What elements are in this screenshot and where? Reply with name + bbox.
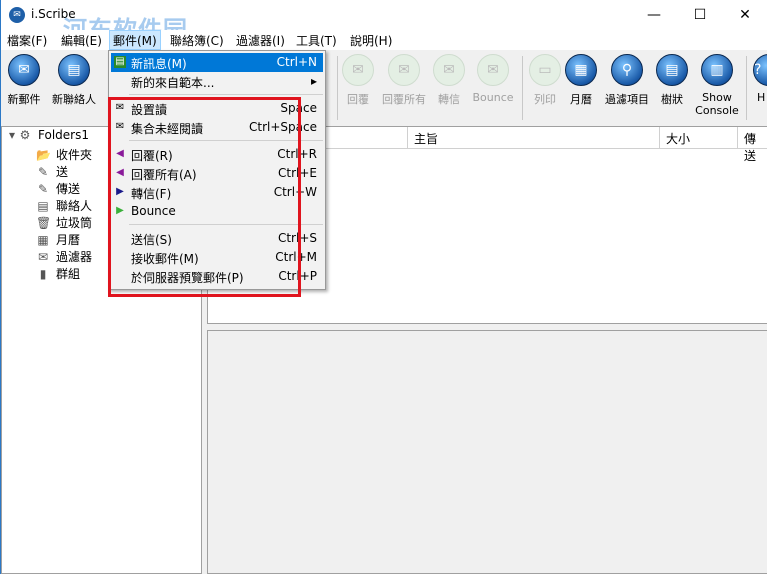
menu-tools[interactable]: 工具(T) xyxy=(296,32,337,49)
tree-item-outbox[interactable]: ✎ 送 xyxy=(36,163,68,180)
trash-icon: 🗑 xyxy=(36,216,52,230)
tree-item-inbox[interactable]: 📂 收件夾 xyxy=(36,146,92,163)
console-icon: ▥ xyxy=(701,54,733,86)
contact-card-icon: ▤ xyxy=(58,54,90,86)
group-folder-icon: ▮ xyxy=(39,267,47,281)
tree-label: Folders1 xyxy=(38,128,89,142)
calendar-icon: ▦ xyxy=(37,233,49,247)
item-shortcut: Ctrl+N xyxy=(276,55,317,69)
folders-icon: ⚙ xyxy=(19,128,31,142)
menu-file[interactable]: 檔案(F) xyxy=(7,32,47,49)
tree-label: 過濾器 xyxy=(56,250,93,264)
mail-filter-icon: ✉ xyxy=(37,250,49,264)
tree-label: 收件夾 xyxy=(56,148,93,162)
title-bar: ✉ i.Scribe 河东软件园 — ☐ ✕ xyxy=(1,0,767,44)
tree-item-groups[interactable]: ▮ 群組 xyxy=(36,265,80,282)
tree-label: 月曆 xyxy=(56,233,81,247)
tree-root[interactable]: ▾ ⚙ Folders1 xyxy=(8,128,89,142)
expand-triangle-icon[interactable]: ▾ xyxy=(8,128,16,142)
mail-pen-icon: ✎ xyxy=(37,182,49,196)
menu-bar: 檔案(F) 編輯(E) 郵件(M) 聯絡簿(C) 過濾器(I) 工具(T) 說明… xyxy=(1,30,767,50)
mail-pen-icon: ✎ xyxy=(37,165,49,179)
help-icon: ? xyxy=(753,54,767,86)
button-label: 新聯絡人 xyxy=(52,93,96,106)
item-label: 新訊息(M) xyxy=(131,57,187,71)
menu-separator xyxy=(129,94,323,95)
magnifier-icon: ⚲ xyxy=(611,54,643,86)
calendar-icon: ▦ xyxy=(565,54,597,86)
annotation-highlight-box xyxy=(108,97,301,297)
tree-label: 送 xyxy=(56,165,69,179)
button-label: 回覆 xyxy=(347,93,369,106)
tree-item-filters[interactable]: ✉ 過濾器 xyxy=(36,248,92,265)
folder-open-icon: 📂 xyxy=(36,148,51,162)
column-header-sent[interactable]: 傳送 xyxy=(738,127,767,163)
menu-edit[interactable]: 編輯(E) xyxy=(61,32,102,49)
tree-item-trash[interactable]: 🗑 垃圾筒 xyxy=(36,214,92,231)
reply-icon: ✉ xyxy=(342,54,374,86)
tree-item-sent[interactable]: ✎ 傳送 xyxy=(36,180,80,197)
column-header-size[interactable]: 大小 xyxy=(660,127,738,149)
tree-icon: ▤ xyxy=(656,54,688,86)
button-label: 樹狀 xyxy=(661,93,683,106)
button-label: H xyxy=(757,91,766,104)
reply-all-icon: ✉ xyxy=(388,54,420,86)
forward-icon: ✉ xyxy=(433,54,465,86)
button-label: 轉信 xyxy=(438,93,460,106)
menu-mail[interactable]: 郵件(M) xyxy=(109,30,161,50)
submenu-arrow-icon: ▸ xyxy=(310,74,317,88)
button-label: 新郵件 xyxy=(7,93,41,106)
button-label: Show Console xyxy=(695,91,739,117)
item-label: 新的來自範本... xyxy=(131,76,215,90)
tree-label: 群組 xyxy=(56,267,81,281)
close-button[interactable]: ✕ xyxy=(722,0,767,30)
show-console-button[interactable]: ▥ Show Console xyxy=(688,54,746,117)
button-label: Bounce xyxy=(472,91,514,104)
maximize-button[interactable]: ☐ xyxy=(677,0,723,30)
bounce-icon: ✉ xyxy=(477,54,509,86)
tree-item-calendar[interactable]: ▦ 月曆 xyxy=(36,231,80,248)
tree-label: 聯絡人 xyxy=(56,199,93,213)
help-button[interactable]: ? H xyxy=(747,54,767,104)
tree-label: 傳送 xyxy=(56,182,81,196)
button-label: 月曆 xyxy=(570,93,592,106)
new-contact-button[interactable]: ▤ 新聯絡人 xyxy=(45,54,103,107)
tree-label: 垃圾筒 xyxy=(56,216,93,230)
bounce-button[interactable]: ✉ Bounce xyxy=(464,54,522,104)
menu-item-new-from-template[interactable]: 新的來自範本... ▸ xyxy=(111,72,323,91)
minimize-button[interactable]: — xyxy=(631,0,677,30)
menu-filters[interactable]: 過濾器(I) xyxy=(236,32,285,49)
menu-help[interactable]: 說明(H) xyxy=(350,32,392,49)
column-header-subject[interactable]: 主旨 xyxy=(408,127,660,149)
app-icon: ✉ xyxy=(9,7,25,23)
contact-card-icon: ▤ xyxy=(37,199,49,213)
new-message-icon: ▤ xyxy=(114,56,126,68)
preview-pane xyxy=(207,330,767,574)
menu-item-new-message[interactable]: ▤ 新訊息(M) Ctrl+N xyxy=(111,53,323,72)
mail-icon: ✉ xyxy=(8,54,40,86)
menu-contacts[interactable]: 聯絡簿(C) xyxy=(170,32,224,49)
tree-item-contacts[interactable]: ▤ 聯絡人 xyxy=(36,197,92,214)
